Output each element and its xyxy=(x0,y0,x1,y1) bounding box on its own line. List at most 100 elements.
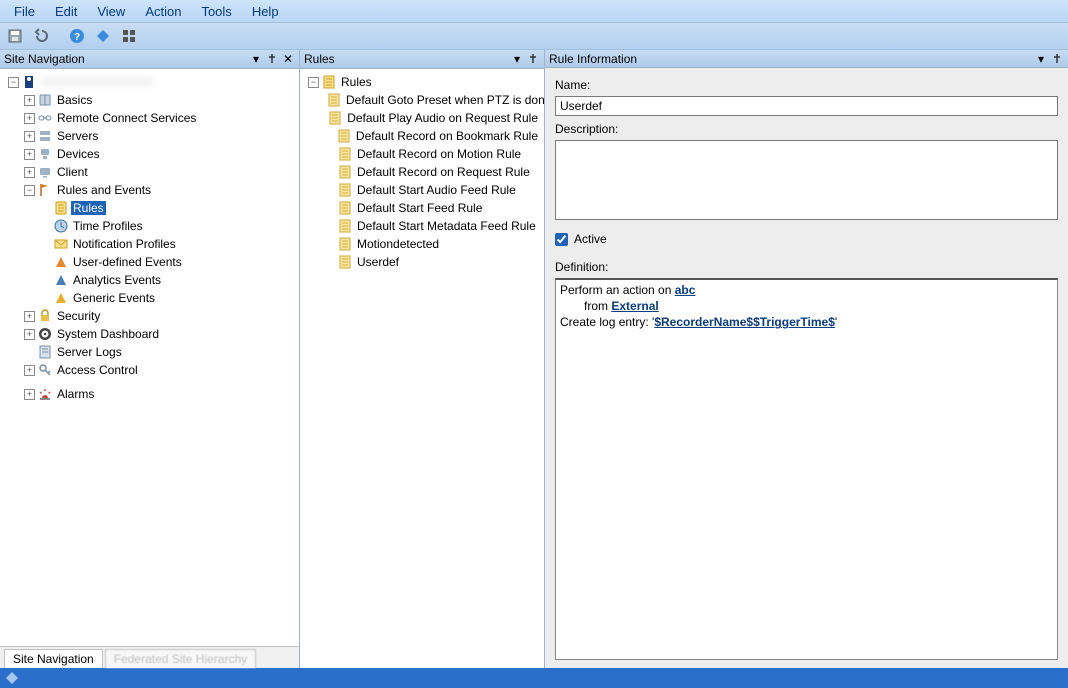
expand-icon[interactable]: + xyxy=(24,329,35,340)
expand-icon[interactable]: + xyxy=(24,311,35,322)
dropdown-icon[interactable]: ▾ xyxy=(510,52,524,66)
save-button[interactable] xyxy=(4,25,26,47)
nav-tree-body[interactable]: − XXXXXXXXXXXXXX + Basics + Remote Conne… xyxy=(0,69,299,646)
expand-icon[interactable]: + xyxy=(24,389,35,400)
nav-item-analytics-events[interactable]: Analytics Events xyxy=(38,271,297,289)
pin-icon[interactable] xyxy=(1050,52,1064,66)
collapse-icon[interactable]: − xyxy=(24,185,35,196)
footer-tab-site-navigation[interactable]: Site Navigation xyxy=(4,649,103,668)
menu-file[interactable]: File xyxy=(6,2,43,21)
rule-item-label: Userdef xyxy=(355,255,401,269)
nav-item-user-defined-events[interactable]: User-defined Events xyxy=(38,253,297,271)
expand-icon[interactable]: + xyxy=(24,131,35,142)
name-input[interactable] xyxy=(555,96,1058,116)
nav-item-devices[interactable]: + Devices xyxy=(22,145,297,163)
nav-item-generic-events[interactable]: Generic Events xyxy=(38,289,297,307)
panel-title-info: Rule Information xyxy=(549,52,637,66)
nav-item-label: Notification Profiles xyxy=(71,237,178,251)
close-icon[interactable]: ✕ xyxy=(281,52,295,66)
nav-item-remote-connect-services[interactable]: + Remote Connect Services xyxy=(22,109,297,127)
rule-item-default-goto-preset-when-ptz-is-don[interactable]: Default Goto Preset when PTZ is don xyxy=(322,91,542,109)
rule-item-label: Motiondetected xyxy=(355,237,441,251)
rule-item-default-start-audio-feed-rule[interactable]: Default Start Audio Feed Rule xyxy=(322,181,542,199)
nav-item-label: Alarms xyxy=(55,387,96,401)
rules-root[interactable]: − Rules xyxy=(306,73,542,91)
nav-item-system-dashboard[interactable]: + System Dashboard xyxy=(22,325,297,343)
panel-site-navigation: Site Navigation ▾ ✕ − XXXXXXXXXXXXXX + B… xyxy=(0,50,300,668)
rules-root-label: Rules xyxy=(339,75,374,89)
nav-item-label: Generic Events xyxy=(71,291,157,305)
rule-item-default-record-on-request-rule[interactable]: Default Record on Request Rule xyxy=(322,163,542,181)
rule-item-default-start-metadata-feed-rule[interactable]: Default Start Metadata Feed Rule xyxy=(322,217,542,235)
nav-item-access-control[interactable]: + Access Control xyxy=(22,361,297,379)
rule-item-userdef[interactable]: Userdef xyxy=(322,253,542,271)
svg-text:?: ? xyxy=(74,32,80,43)
nav-item-basics[interactable]: + Basics xyxy=(22,91,297,109)
footer-tab-federated[interactable]: Federated Site Hierarchy xyxy=(105,649,256,668)
active-checkbox[interactable] xyxy=(555,233,568,246)
menu-action[interactable]: Action xyxy=(137,2,189,21)
nav-item-time-profiles[interactable]: Time Profiles xyxy=(38,217,297,235)
help-icon: ? xyxy=(69,28,85,44)
nav-item-rules[interactable]: Rules xyxy=(38,199,297,217)
rule-item-label: Default Start Metadata Feed Rule xyxy=(355,219,538,233)
diamond-button[interactable] xyxy=(92,25,114,47)
nav-item-label: Server Logs xyxy=(55,345,124,359)
menu-tools[interactable]: Tools xyxy=(193,2,239,21)
nav-item-server-logs[interactable]: Server Logs xyxy=(22,343,297,361)
rule-item-default-start-feed-rule[interactable]: Default Start Feed Rule xyxy=(322,199,542,217)
rule-item-default-record-on-motion-rule[interactable]: Default Record on Motion Rule xyxy=(322,145,542,163)
taskbar-app-icon[interactable] xyxy=(4,670,20,686)
server-icon xyxy=(37,128,53,144)
collapse-icon[interactable]: − xyxy=(308,77,319,88)
alarm-icon xyxy=(37,386,53,402)
nav-item-label: Security xyxy=(55,309,102,323)
menu-edit[interactable]: Edit xyxy=(47,2,85,21)
pin-icon[interactable] xyxy=(526,52,540,66)
nav-item-alarms[interactable]: + Alarms xyxy=(22,385,297,403)
help-button[interactable]: ? xyxy=(66,25,88,47)
nav-item-label: Basics xyxy=(55,93,94,107)
definition-line-3: Create log entry: '$RecorderName$$Trigge… xyxy=(560,314,1053,330)
rule-item-default-record-on-bookmark-rule[interactable]: Default Record on Bookmark Rule xyxy=(322,127,542,145)
nav-item-notification-profiles[interactable]: Notification Profiles xyxy=(38,235,297,253)
taskbar xyxy=(0,668,1068,688)
panel-header-rules: Rules ▾ xyxy=(300,50,544,69)
description-input[interactable] xyxy=(555,140,1058,220)
definition-link-logtext[interactable]: $RecorderName$$TriggerTime$ xyxy=(654,315,835,329)
nav-item-label: Servers xyxy=(55,129,100,143)
lock-icon xyxy=(37,308,53,324)
nav-item-label: User-defined Events xyxy=(71,255,184,269)
expand-icon[interactable]: + xyxy=(24,365,35,376)
dash-icon xyxy=(37,326,53,342)
rules-horizontal-scrollbar[interactable] xyxy=(300,652,544,668)
definition-link-event[interactable]: abc xyxy=(675,283,696,297)
definition-link-source[interactable]: External xyxy=(611,299,658,313)
rule-item-motiondetected[interactable]: Motiondetected xyxy=(322,235,542,253)
nav-item-rules-and-events[interactable]: − Rules and Events xyxy=(22,181,297,199)
definition-line-2: from External xyxy=(560,298,1053,314)
nav-root[interactable]: − XXXXXXXXXXXXXX xyxy=(6,73,297,91)
menu-help[interactable]: Help xyxy=(244,2,287,21)
expand-icon[interactable]: + xyxy=(24,167,35,178)
menu-view[interactable]: View xyxy=(89,2,133,21)
panel-header-info: Rule Information ▾ xyxy=(545,50,1068,68)
rule-item-label: Default Goto Preset when PTZ is don xyxy=(344,93,544,107)
menu-bar: File Edit View Action Tools Help xyxy=(0,0,1068,22)
rules-tree-body[interactable]: − Rules Default Goto Preset when PTZ is … xyxy=(300,69,544,652)
nav-item-security[interactable]: + Security xyxy=(22,307,297,325)
dropdown-icon[interactable]: ▾ xyxy=(1034,52,1048,66)
collapse-icon[interactable]: − xyxy=(8,77,19,88)
expand-icon[interactable]: + xyxy=(24,149,35,160)
expand-icon[interactable]: + xyxy=(24,95,35,106)
rule-item-default-play-audio-on-request-rule[interactable]: Default Play Audio on Request Rule xyxy=(322,109,542,127)
nav-item-servers[interactable]: + Servers xyxy=(22,127,297,145)
aevent-icon xyxy=(53,272,69,288)
nav-item-client[interactable]: + Client xyxy=(22,163,297,181)
dropdown-icon[interactable]: ▾ xyxy=(249,52,263,66)
pin-icon[interactable] xyxy=(265,52,279,66)
active-row[interactable]: Active xyxy=(555,232,1058,246)
grid-button[interactable] xyxy=(118,25,140,47)
undo-button[interactable] xyxy=(30,25,52,47)
expand-icon[interactable]: + xyxy=(24,113,35,124)
